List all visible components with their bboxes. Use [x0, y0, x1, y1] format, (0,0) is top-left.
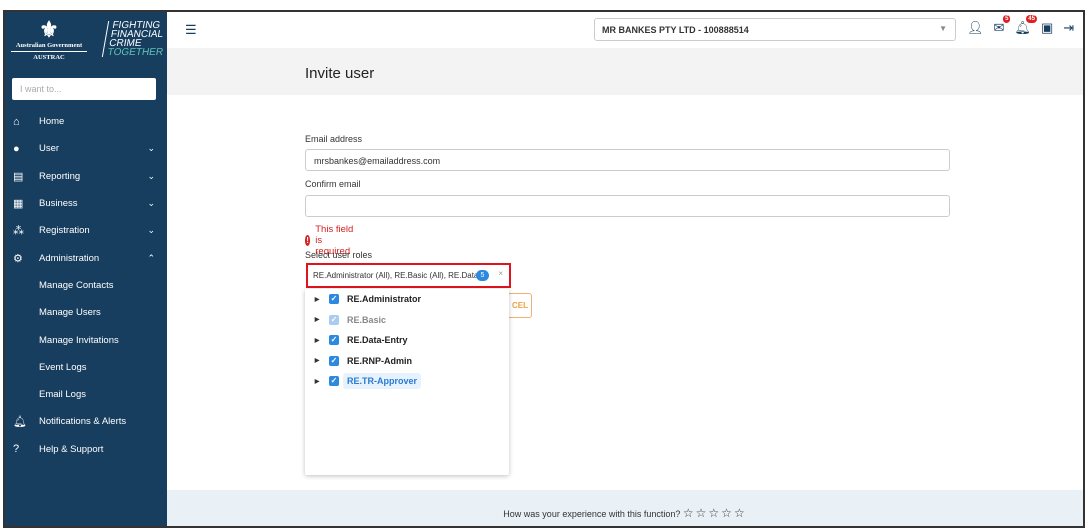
collapse-menu-icon[interactable]: ☰ [185, 22, 197, 38]
user-icon[interactable]: 👤︎ [967, 20, 984, 36]
nav-email-logs[interactable]: Email Logs [5, 381, 167, 408]
checkbox-checked-icon[interactable]: ✓ [329, 335, 339, 346]
chevron-up-icon: ⌃ [147, 252, 155, 263]
nav-label: Registration [39, 225, 90, 237]
bell-icon[interactable]: 🔔︎ 45 [1014, 15, 1037, 36]
top-bar: ☰ MR BANKES PTY LTD - 100888514 ▼ 👤︎ ✉ 5 🔔… [167, 12, 1083, 48]
role-option[interactable]: ▶ ✓ RE.Data-Entry [305, 330, 509, 351]
checkbox-checked-icon[interactable]: ✓ [329, 355, 339, 366]
roles-label: Select user roles [305, 250, 373, 260]
chevron-down-icon: ⌄ [147, 198, 155, 209]
roles-count-badge: 5 [476, 270, 489, 281]
chevron-down-icon: ⌄ [147, 143, 155, 154]
gov-text: Australian Government [15, 42, 83, 49]
confirm-email-field[interactable] [305, 195, 950, 217]
checkbox-checked-icon[interactable]: ✓ [329, 376, 339, 387]
nav-label: Notifications & Alerts [39, 416, 127, 428]
expand-icon[interactable]: ▶ [305, 296, 329, 303]
building-icon: ▦ [13, 198, 24, 211]
nav-manage-contacts[interactable]: Manage Contacts [5, 272, 167, 299]
error-icon: ! [305, 235, 311, 246]
nav-manage-invitations[interactable]: Manage Invitations [5, 326, 167, 353]
nav-reporting[interactable]: ▤ Reporting ⌄ [5, 163, 167, 190]
nav-user[interactable]: ● User ⌄ [5, 135, 167, 162]
admin-icon: ⚙ [13, 252, 23, 265]
report-icon: ▤ [13, 170, 24, 183]
org-value: MR BANKES PTY LTD - 100888514 [602, 25, 749, 35]
nav-registration[interactable]: ⁂ Registration ⌄ [5, 217, 167, 244]
role-option[interactable]: ▶ ✓ RE.TR-Approver [305, 371, 509, 392]
organisation-select[interactable]: MR BANKES PTY LTD - 100888514 ▼ [594, 18, 956, 41]
nav-label: Business [39, 198, 78, 210]
email-field[interactable]: mrsbankes@emailaddress.com [305, 149, 950, 171]
coat-of-arms-icon: ⚜ [39, 17, 59, 42]
role-label: RE.TR-Approver [343, 373, 422, 390]
expand-icon[interactable]: ▶ [305, 378, 329, 385]
nav-administration[interactable]: ⚙ Administration ⌃ [5, 244, 167, 271]
page-title: Invite user [305, 65, 375, 82]
roles-select[interactable]: RE.Administrator (All), RE.Basic (All), … [306, 263, 511, 288]
expand-icon[interactable]: ▶ [305, 316, 329, 323]
feedback-question: How was your experience with this functi… [503, 509, 681, 519]
checkbox-checked-icon[interactable]: ✓ [329, 314, 339, 325]
sidebar: ⚜ Australian Government AUSTRAC FIGHTING FI… [5, 12, 169, 526]
help-icon: ? [13, 443, 20, 456]
caret-down-icon: ▼ [939, 24, 947, 33]
tagline-4: TOGETHER [106, 47, 164, 58]
role-option[interactable]: ▶ ✓ RE.Basic [305, 310, 509, 331]
clear-icon[interactable]: × [498, 269, 503, 278]
logo[interactable]: ⚜ Australian Government AUSTRAC FIGHTING FI… [5, 12, 169, 74]
logout-icon[interactable]: ⇥ [1063, 20, 1074, 36]
chevron-down-icon: ⌄ [147, 225, 155, 236]
page-header: Invite user [167, 48, 1083, 95]
nav-event-logs[interactable]: Event Logs [5, 354, 167, 381]
nav-label: Administration [39, 252, 100, 264]
expand-icon[interactable]: ▶ [305, 337, 329, 344]
feedback-footer: How was your experience with this functi… [167, 490, 1083, 526]
bell-icon: 🔔︎ [13, 416, 27, 429]
nav-help[interactable]: ? Help & Support [5, 436, 167, 463]
email-label: Email address [305, 134, 363, 144]
mail-badge: 5 [1003, 15, 1011, 23]
app-window: ⚜ Australian Government AUSTRAC FIGHTING FI… [3, 10, 1085, 528]
role-label: RE.RNP-Admin [347, 355, 412, 366]
nav-business[interactable]: ▦ Business ⌄ [5, 190, 167, 217]
nav-notifications[interactable]: 🔔︎ Notifications & Alerts [5, 408, 167, 435]
role-label: RE.Data-Entry [347, 335, 408, 346]
role-label: RE.Administrator [347, 294, 422, 305]
search-input[interactable]: I want to... [12, 78, 156, 100]
roles-dropdown: ▶ ✓ RE.Administrator ▶ ✓ RE.Basic ▶ ✓ RE.Data-… [305, 289, 509, 475]
help-book-icon[interactable]: ▣ [1041, 20, 1053, 36]
star-rating[interactable]: ☆☆☆☆☆ [683, 506, 747, 520]
mail-icon[interactable]: ✉ 5 [994, 15, 1011, 36]
roles-value: RE.Administrator (All), RE.Basic (All), … [313, 271, 486, 280]
nav-home[interactable]: ⌂ Home [5, 108, 167, 135]
role-option[interactable]: ▶ ✓ RE.RNP-Admin [305, 351, 509, 372]
alert-badge: 45 [1026, 15, 1037, 23]
nav-label: Home [39, 116, 65, 128]
tagline: FIGHTING FINANCIAL CRIME TOGETHER [101, 20, 169, 58]
confirm-email-label: Confirm email [305, 179, 361, 189]
registration-icon: ⁂ [13, 225, 24, 238]
agency-text: AUSTRAC [11, 51, 87, 61]
nav-label: User [39, 143, 60, 155]
home-icon: ⌂ [13, 115, 20, 128]
expand-icon[interactable]: ▶ [305, 357, 329, 364]
nav-manage-users[interactable]: Manage Users [5, 299, 167, 326]
nav-label: Reporting [39, 170, 81, 182]
user-circle-icon: ● [13, 142, 20, 155]
role-label: RE.Basic [347, 314, 387, 325]
checkbox-checked-icon[interactable]: ✓ [329, 294, 339, 305]
chevron-down-icon: ⌄ [147, 170, 155, 181]
nav-label: Help & Support [39, 443, 104, 455]
role-option[interactable]: ▶ ✓ RE.Administrator [305, 289, 509, 310]
